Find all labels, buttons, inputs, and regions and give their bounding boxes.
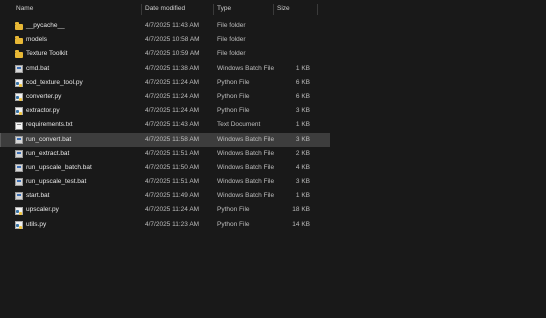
file-row[interactable]: start.bat 4/7/2025 11:49 AM Windows Batch … [0, 189, 330, 203]
column-header-size[interactable]: Size [273, 0, 317, 18]
file-row[interactable]: cod_texture_tool.py 4/7/2025 11:24 AM Pyth… [0, 76, 330, 90]
file-row[interactable]: cmd.bat 4/7/2025 11:38 AM Windows Batch Fi… [0, 62, 330, 76]
file-type: Windows Batch File [217, 192, 275, 200]
file-size: 2 KB [295, 149, 310, 157]
file-type: Python File [217, 107, 250, 115]
file-name: run_extract.bat [26, 149, 70, 157]
file-name: __pycache__ [26, 22, 65, 29]
file-date-modified: 4/7/2025 11:38 AM [145, 64, 200, 72]
python-file-icon [15, 107, 23, 116]
batch-file-icon [15, 192, 23, 201]
folder-icon [15, 50, 23, 59]
file-row[interactable]: models 4/7/2025 10:58 AM File folder [0, 33, 330, 47]
file-date-modified: 4/7/2025 11:51 AM [145, 178, 200, 186]
file-row[interactable]: run_convert.bat 4/7/2025 11:58 AM Windows … [0, 132, 330, 147]
file-name: cmd.bat [26, 64, 50, 72]
file-date-modified: 4/7/2025 11:43 AM [145, 121, 200, 129]
file-row[interactable]: extractor.py 4/7/2025 11:24 AM Python File… [0, 104, 330, 118]
file-date-modified: 4/7/2025 11:24 AM [145, 206, 200, 214]
file-type: Python File [217, 206, 250, 214]
file-date-modified: 4/7/2025 11:24 AM [145, 107, 200, 115]
file-row[interactable]: upscaler.py 4/7/2025 11:24 AM Python File 1… [0, 203, 330, 217]
column-header-name[interactable]: Name [12, 0, 145, 18]
file-date-modified: 4/7/2025 11:50 AM [145, 163, 200, 171]
file-size: 6 KB [295, 78, 310, 86]
column-header-type[interactable]: Type [213, 0, 273, 18]
python-file-icon [15, 78, 23, 87]
file-size: 4 KB [295, 163, 310, 171]
file-name: requirements.txt [26, 121, 73, 129]
file-row[interactable]: converter.py 4/7/2025 11:24 AM Python File… [0, 90, 330, 104]
batch-file-icon [15, 64, 23, 73]
file-type: Windows Batch File [217, 64, 275, 72]
file-row[interactable]: run_upscale_batch.bat 4/7/2025 11:50 AM Wi… [0, 161, 330, 175]
python-file-icon [15, 220, 23, 229]
file-type: File folder [217, 36, 246, 44]
file-date-modified: 4/7/2025 11:49 AM [145, 192, 200, 200]
file-row[interactable]: utils.py 4/7/2025 11:23 AM Python File 14 K… [0, 218, 330, 232]
file-row[interactable]: Texture Toolkit 4/7/2025 10:59 AM File fol… [0, 47, 330, 61]
folder-icon [15, 22, 23, 30]
file-name: cod_texture_tool.py [26, 78, 83, 86]
file-name: run_upscale_test.bat [26, 178, 87, 186]
file-date-modified: 4/7/2025 11:24 AM [145, 78, 200, 86]
file-type: Python File [217, 78, 250, 86]
file-date-modified: 4/7/2025 11:58 AM [145, 135, 200, 143]
file-name: extractor.py [26, 107, 60, 115]
file-date-modified: 4/7/2025 10:59 AM [145, 50, 200, 58]
file-row[interactable]: __pycache__ 4/7/2025 11:43 AM File folder [0, 19, 330, 33]
file-type: Windows Batch File [217, 149, 275, 157]
text-file-icon [15, 121, 23, 130]
file-name: run_upscale_batch.bat [26, 163, 92, 171]
file-name: upscaler.py [26, 206, 59, 214]
file-size: 14 KB [292, 220, 310, 228]
file-type: Text Document [217, 121, 261, 129]
column-divider[interactable] [317, 4, 318, 15]
column-header-date[interactable]: Date modified [141, 0, 213, 18]
folder-icon [15, 36, 23, 45]
file-date-modified: 4/7/2025 10:58 AM [145, 36, 200, 44]
file-row[interactable]: run_upscale_test.bat 4/7/2025 11:51 AM Win… [0, 175, 330, 189]
file-name: models [26, 36, 47, 44]
file-size: 3 KB [295, 178, 310, 186]
file-name: utils.py [26, 220, 47, 228]
file-row[interactable]: requirements.txt 4/7/2025 11:43 AM Text Do… [0, 118, 330, 132]
file-date-modified: 4/7/2025 11:23 AM [145, 220, 200, 228]
file-date-modified: 4/7/2025 11:43 AM [145, 22, 200, 29]
file-date-modified: 4/7/2025 11:51 AM [145, 149, 200, 157]
batch-file-icon [15, 178, 23, 187]
file-name: start.bat [26, 192, 50, 200]
python-file-icon [15, 93, 23, 102]
column-header-bar: Name Date modified Type Size [0, 0, 330, 18]
file-type: File folder [217, 22, 246, 29]
batch-file-icon [15, 164, 23, 173]
file-type: File folder [217, 50, 246, 58]
file-type: Windows Batch File [217, 163, 275, 171]
file-size: 18 KB [292, 206, 310, 214]
file-type: Python File [217, 220, 250, 228]
file-size: 1 KB [295, 192, 310, 200]
file-explorer-pane: Name Date modified Type Size __pycache__… [0, 0, 546, 318]
file-size: 1 KB [295, 121, 310, 129]
file-name: run_convert.bat [26, 135, 72, 143]
file-type: Windows Batch File [217, 135, 275, 143]
file-type: Windows Batch File [217, 178, 275, 186]
file-size: 3 KB [295, 107, 310, 115]
file-list: __pycache__ 4/7/2025 11:43 AM File folder m… [0, 19, 330, 232]
batch-file-icon [15, 135, 23, 144]
file-date-modified: 4/7/2025 11:24 AM [145, 92, 200, 100]
file-size: 1 KB [295, 64, 310, 72]
file-size: 3 KB [295, 135, 310, 143]
file-type: Python File [217, 92, 250, 100]
python-file-icon [15, 206, 23, 215]
file-name: converter.py [26, 92, 62, 100]
file-size: 6 KB [295, 92, 310, 100]
file-row[interactable]: run_extract.bat 4/7/2025 11:51 AM Windows … [0, 147, 330, 161]
batch-file-icon [15, 149, 23, 158]
file-name: Texture Toolkit [26, 50, 68, 58]
